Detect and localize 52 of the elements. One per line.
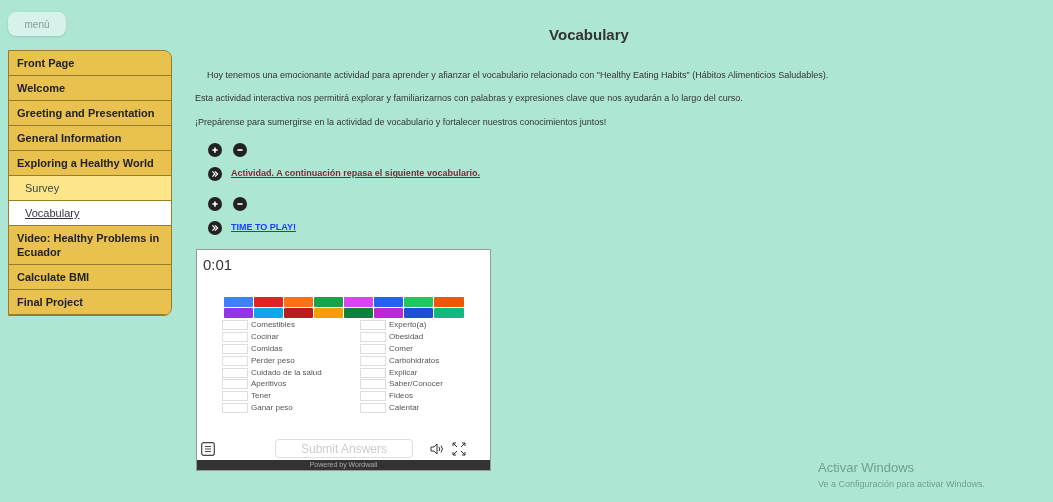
sidebar-item[interactable]: Front Page — [9, 51, 171, 76]
word-label: Ganar peso — [251, 402, 293, 413]
paragraph: Esta actividad interactiva nos permitirá explorar y familiarizarnos con palabras y expresiones clave que nos ayudarán a lo largo del curso. — [195, 92, 744, 105]
double-chevron-icon — [208, 221, 222, 235]
word-label: Calentar — [389, 402, 420, 413]
word-label: Comestibles — [251, 320, 295, 331]
collapse-icon[interactable] — [233, 197, 247, 211]
word-tile[interactable] — [374, 307, 404, 318]
word-label: Obesidad — [389, 332, 424, 343]
word-tile[interactable] — [344, 296, 374, 307]
word-label: Fideos — [389, 391, 413, 402]
fullscreen-icon[interactable] — [452, 441, 466, 456]
expand-icon[interactable] — [208, 197, 222, 211]
word-tile[interactable] — [313, 296, 343, 307]
word-tile[interactable] — [344, 307, 374, 318]
paragraph: ¡Prepárense para sumergirse en la actividad de vocabulario y fortalecer nuestros conocimientos juntos! — [195, 115, 608, 129]
word-label: Aperitivos — [251, 379, 287, 390]
word-label: Perder peso — [251, 355, 295, 366]
word-tile[interactable] — [434, 296, 464, 307]
expand-icon[interactable] — [208, 143, 222, 157]
collapse-icon[interactable] — [233, 143, 247, 157]
activation-title: Activar Windows — [818, 459, 916, 477]
word-label: Explicar — [389, 367, 418, 378]
word-tile[interactable] — [253, 307, 283, 318]
word-tile[interactable] — [404, 307, 434, 318]
double-chevron-icon — [208, 167, 222, 181]
word-tile[interactable] — [223, 307, 253, 318]
word-label: Comer — [389, 344, 413, 354]
word-tile[interactable] — [283, 307, 313, 318]
word-tile[interactable] — [434, 307, 464, 318]
sidebar-item[interactable]: Vocabulary — [9, 201, 171, 226]
word-tile[interactable] — [313, 307, 343, 318]
word-tile[interactable] — [404, 296, 434, 307]
section-link[interactable]: TIME TO PLAY! — [231, 221, 296, 235]
word-tile[interactable] — [283, 296, 313, 307]
word-label: Comidas — [251, 344, 283, 354]
word-label: Carbohidratos — [389, 355, 440, 366]
timer: 0:01 — [202, 255, 234, 275]
speaker-icon[interactable] — [430, 442, 444, 455]
paragraph: Hoy tenemos una emocionante actividad para aprender y afianzar el vocabulario relacionado con "Healthy Eating Habits" (Hábitos Alimenticios Saludables). — [206, 68, 830, 82]
word-tile[interactable] — [223, 296, 253, 307]
word-tile[interactable] — [253, 296, 283, 307]
menu-icon[interactable] — [201, 441, 215, 456]
section-link[interactable]: Actividad. A continuación repasa el siguiente vocabulario. — [231, 167, 480, 181]
word-label: Saber/Conocer — [389, 379, 443, 390]
word-tile[interactable] — [374, 296, 404, 307]
word-label: Experto(a) — [389, 320, 427, 331]
word-label: Cocinar — [251, 332, 279, 343]
page-title: Vocabulary — [549, 25, 629, 45]
sidebar-item[interactable]: Survey — [9, 176, 171, 201]
word-label: Cuidado de la salud — [251, 367, 322, 378]
word-label: Tener — [251, 391, 271, 402]
